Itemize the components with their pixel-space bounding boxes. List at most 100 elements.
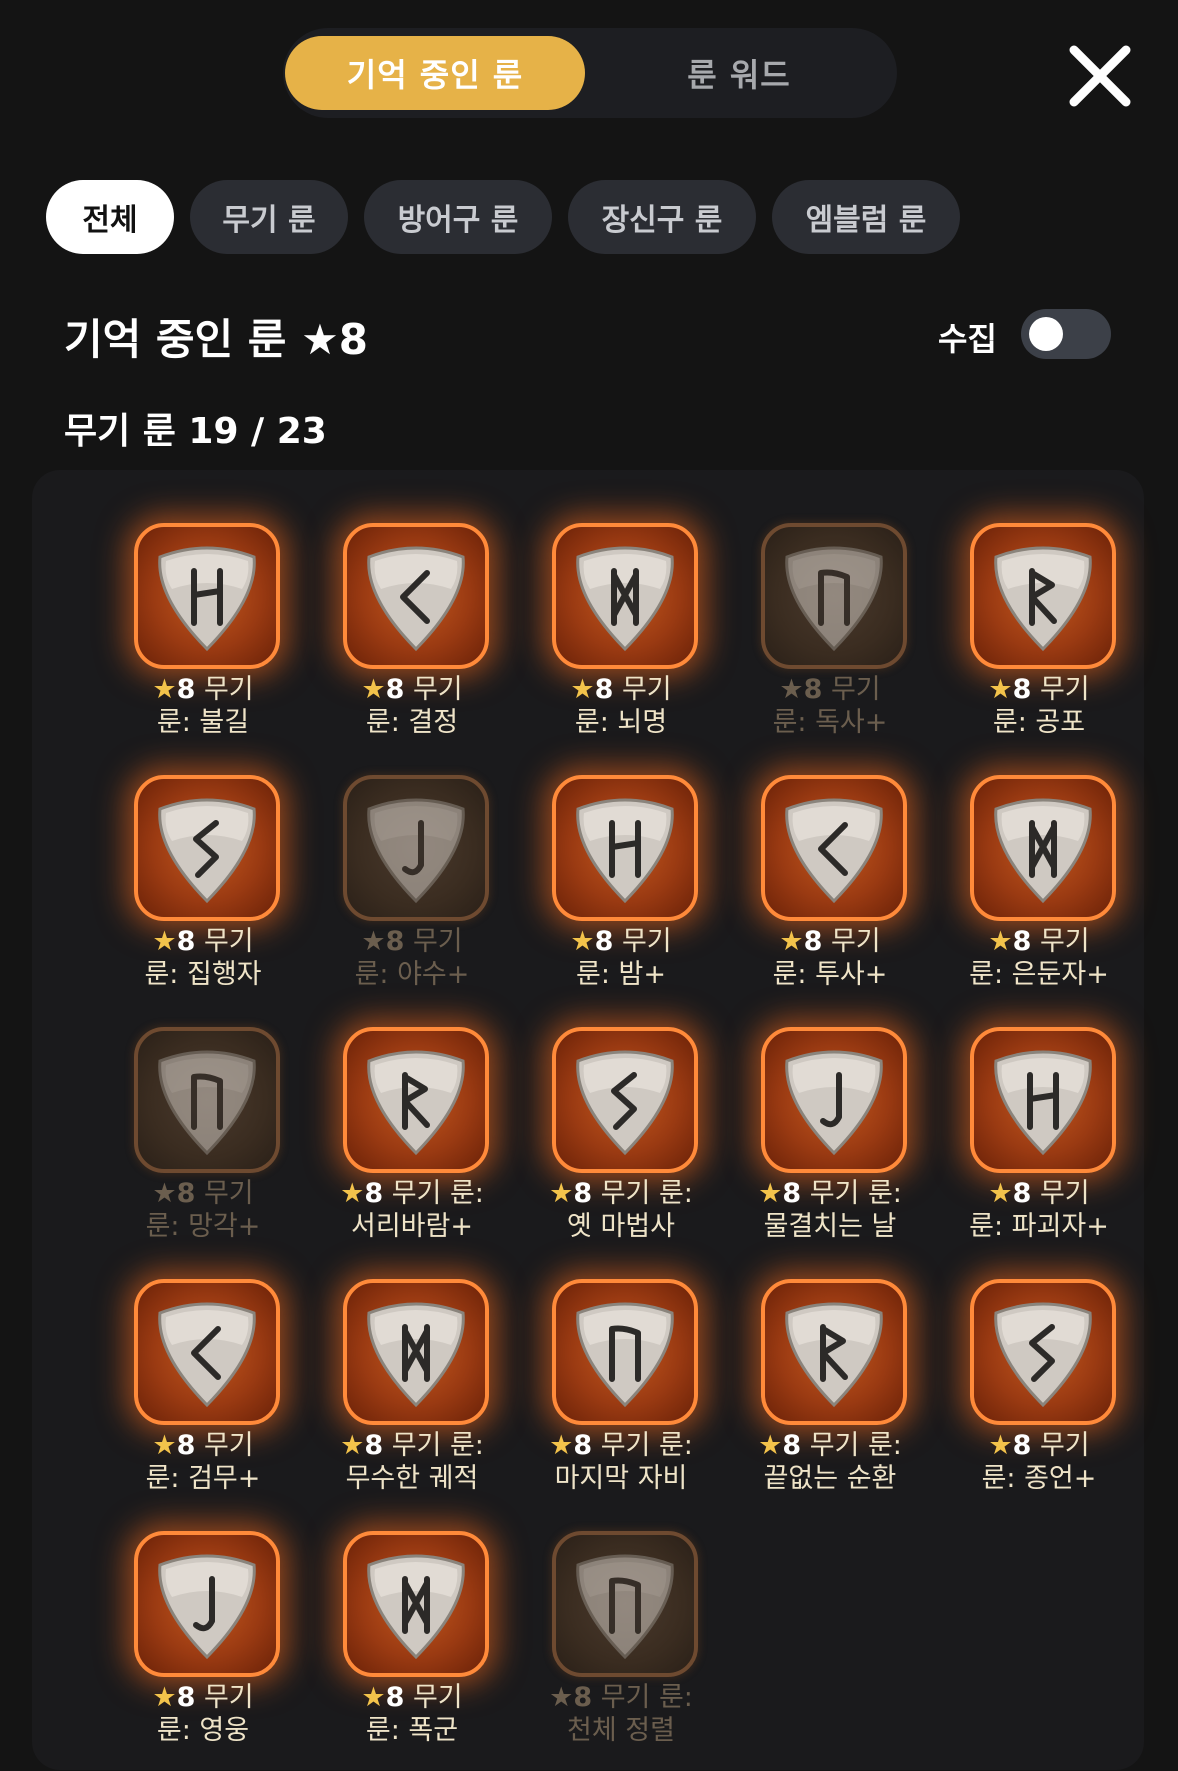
section-title: 기억 중인 룬 ★8 [64, 315, 368, 364]
rune-card[interactable]: ★8 무기 룬: 결정 [307, 523, 517, 763]
rune-name-line1: 무기 [1039, 926, 1090, 957]
rune-star-level: 8 [573, 1178, 593, 1209]
rune-name-line1: 무기 [830, 674, 881, 705]
rune-label: ★8 무기 룬: 공포 [934, 673, 1144, 739]
rune-name-line1: 무기 [203, 674, 254, 705]
filter-weapon-rune[interactable]: 무기 룬 [190, 180, 348, 254]
mode-tabs: 기억 중인 룬 룬 워드 [283, 28, 897, 118]
rune-name-line2: 룬: 독사+ [772, 707, 888, 738]
rune-label: ★8 무기 룬: 불길 [98, 673, 308, 739]
rune-card[interactable]: ★8 무기 룬: 마지막 자비 [516, 1279, 726, 1519]
rune-name-line1: 무기 [621, 926, 672, 957]
rune-label: ★8 무기 룬: 파괴자+ [934, 1177, 1144, 1243]
rune-card[interactable]: ★8 무기 룬: 공포 [934, 523, 1144, 763]
rune-frame [552, 775, 698, 921]
rune-card[interactable]: ★8 무기 룬: 불길 [98, 523, 308, 763]
rune-stone-icon [158, 1302, 256, 1408]
rune-card[interactable]: ★8 무기 룬: 무수한 궤적 [307, 1279, 517, 1519]
rune-star-level: 8 [385, 926, 405, 957]
close-icon[interactable] [1066, 42, 1134, 110]
rune-label: ★8 무기 룬: 망각+ [98, 1177, 308, 1243]
tab-remembered-runes[interactable]: 기억 중인 룬 [285, 36, 585, 110]
rune-name-line2: 룬: 투사+ [772, 959, 888, 990]
rune-label: ★8 무기 룬: 마지막 자비 [516, 1429, 726, 1495]
star-icon: ★ [152, 1178, 177, 1209]
rune-card[interactable]: ★8 무기 룬: 서리바람+ [307, 1027, 517, 1267]
collect-toggle[interactable] [1021, 309, 1111, 359]
rune-card[interactable]: ★8 무기 룬: 폭군 [307, 1531, 517, 1771]
rune-stone-icon [367, 1302, 465, 1408]
star-icon: ★ [988, 1430, 1013, 1461]
rune-name-line2: 룬: 불길 [156, 707, 250, 738]
rune-label: ★8 무기 룬: 천체 정렬 [516, 1681, 726, 1747]
star-icon: ★ [340, 1178, 365, 1209]
rune-stone-icon [994, 1050, 1092, 1156]
rune-star-level: 8 [594, 674, 614, 705]
rune-name-line2: 룬: 밤+ [576, 959, 666, 990]
rune-card[interactable]: ★8 무기 룬: 밤+ [516, 775, 726, 1015]
rune-label: ★8 무기 룬: 투사+ [725, 925, 935, 991]
rune-card[interactable]: ★8 무기 룬: 독사+ [725, 523, 935, 763]
rune-card[interactable]: ★8 무기 룬: 투사+ [725, 775, 935, 1015]
rune-stone-icon [576, 1050, 674, 1156]
rune-label: ★8 무기 룬: 옛 마법사 [516, 1177, 726, 1243]
star-icon: ★ [361, 674, 386, 705]
star-icon: ★ [549, 1682, 574, 1713]
rune-frame [552, 1279, 698, 1425]
weapon-rune-count: 무기 룬 19 / 23 [64, 411, 327, 452]
rune-label: ★8 무기 룬: 은둔자+ [934, 925, 1144, 991]
rune-name-line1: 무기 룬: [391, 1430, 484, 1461]
rune-name-line2: 룬: 파괴자+ [969, 1211, 1109, 1242]
rune-card[interactable]: ★8 무기 룬: 끝없는 순환 [725, 1279, 935, 1519]
rune-name-line1: 무기 [830, 926, 881, 957]
filter-armor-rune[interactable]: 방어구 룬 [364, 180, 552, 254]
filter-accessory-rune[interactable]: 장신구 룬 [568, 180, 756, 254]
rune-stone-icon [158, 798, 256, 904]
rune-name-line2: 룬: 공포 [992, 707, 1086, 738]
rune-stone-icon [158, 1050, 256, 1156]
rune-card[interactable]: ★8 무기 룬: 영웅 [98, 1531, 308, 1771]
rune-star-level: 8 [1012, 674, 1032, 705]
rune-name-line1: 무기 [1039, 674, 1090, 705]
rune-frame [761, 1027, 907, 1173]
rune-card[interactable]: ★8 무기 룬: 망각+ [98, 1027, 308, 1267]
rune-frame [970, 523, 1116, 669]
rune-card[interactable]: ★8 무기 룬: 은둔자+ [934, 775, 1144, 1015]
star-icon: ★ [361, 926, 386, 957]
rune-label: ★8 무기 룬: 물결치는 날 [725, 1177, 935, 1243]
rune-star-level: 8 [1012, 1430, 1032, 1461]
filter-emblem-rune[interactable]: 엠블럼 룬 [772, 180, 960, 254]
rune-star-level: 8 [385, 1682, 405, 1713]
rune-stone-icon [994, 546, 1092, 652]
rune-name-line2: 룬: 집행자 [144, 959, 262, 990]
rune-name-line2: 물결치는 날 [763, 1211, 897, 1242]
star-icon: ★ [152, 1682, 177, 1713]
rune-frame [970, 1027, 1116, 1173]
rune-stone-icon [785, 798, 883, 904]
rune-card[interactable]: ★8 무기 룬: 천체 정렬 [516, 1531, 726, 1771]
rune-card[interactable]: ★8 무기 룬: 종언+ [934, 1279, 1144, 1519]
rune-card[interactable]: ★8 무기 룬: 뇌명 [516, 523, 726, 763]
filter-all[interactable]: 전체 [46, 180, 174, 254]
rune-stone-icon [785, 1050, 883, 1156]
rune-card[interactable]: ★8 무기 룬: 파괴자+ [934, 1027, 1144, 1267]
rune-star-level: 8 [176, 1682, 196, 1713]
rune-card[interactable]: ★8 무기 룬: 야수+ [307, 775, 517, 1015]
star-icon: ★ [758, 1178, 783, 1209]
rune-label: ★8 무기 룬: 폭군 [307, 1681, 517, 1747]
tab-rune-words[interactable]: 룬 워드 [589, 36, 889, 110]
rune-stone-icon [158, 1554, 256, 1660]
rune-name-line2: 룬: 종언+ [981, 1463, 1097, 1494]
rune-card[interactable]: ★8 무기 룬: 물결치는 날 [725, 1027, 935, 1267]
rune-label: ★8 무기 룬: 뇌명 [516, 673, 726, 739]
rune-frame [343, 1027, 489, 1173]
rune-card[interactable]: ★8 무기 룬: 집행자 [98, 775, 308, 1015]
rune-stone-icon [576, 1554, 674, 1660]
rune-stone-icon [367, 1050, 465, 1156]
rune-frame [134, 1027, 280, 1173]
rune-name-line2: 천체 정렬 [567, 1715, 675, 1746]
rune-card[interactable]: ★8 무기 룬: 옛 마법사 [516, 1027, 726, 1267]
rune-stone-icon [994, 1302, 1092, 1408]
rune-card[interactable]: ★8 무기 룬: 검무+ [98, 1279, 308, 1519]
rune-name-line2: 룬: 결정 [365, 707, 459, 738]
